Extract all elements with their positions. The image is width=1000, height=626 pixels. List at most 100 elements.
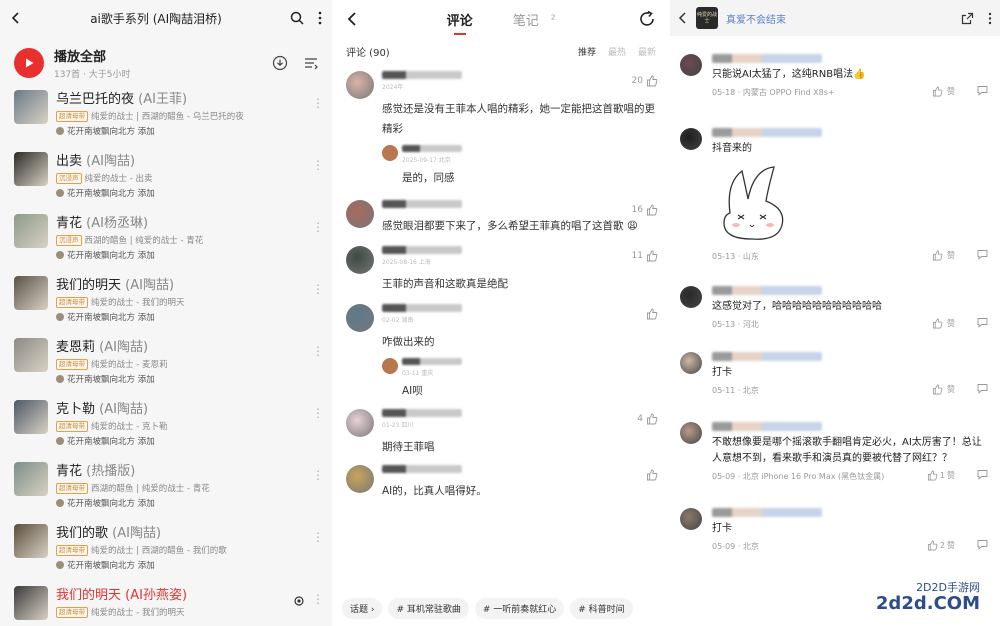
song-title-ai-suffix: (AI陶喆) xyxy=(95,402,149,417)
commenter-avatar[interactable] xyxy=(346,200,374,228)
comment-actions: 1赞 xyxy=(927,469,988,482)
quality-badge: 超清母带 xyxy=(56,420,88,432)
song-more-icon[interactable]: ⋮ xyxy=(312,530,324,544)
comments-list: 2024年 感觉还是没有王菲本人唱的精彩，她一定能把这首歌唱的更精彩 2025-… xyxy=(334,71,668,501)
reply-icon[interactable] xyxy=(977,317,988,330)
song-row[interactable]: 克卜勒 (AI陶喆) 超清母带 纯爱的战士 - 克卜勒 花开南坡飘向北方 添加 ⋮ xyxy=(0,398,332,460)
back-arrow-icon[interactable] xyxy=(10,11,22,25)
reply-icon[interactable] xyxy=(977,383,988,396)
commenter-avatar[interactable] xyxy=(680,54,702,76)
commenter-avatar[interactable] xyxy=(346,246,374,274)
like-control[interactable]: 赞 xyxy=(932,384,955,395)
topic-pill-2[interactable]: # 一听前奏就红心 xyxy=(474,597,565,619)
sort-newest[interactable]: 最新 xyxy=(638,45,656,58)
topic-pill-1[interactable]: # 耳机常驻歌曲 xyxy=(388,597,469,619)
like-control[interactable]: 16 xyxy=(632,204,658,216)
playlist-panel: ai歌手系列 (AI陶喆泪桥) 播放全部 137首 · 大于5小时 乌兰巴托的夜… xyxy=(0,0,332,626)
reply-avatar[interactable] xyxy=(382,358,398,374)
song-artist-album: 西湖的醋鱼 | 纯爱的战士 - 青花 xyxy=(84,236,204,246)
back-arrow-icon[interactable] xyxy=(678,11,688,25)
play-all-button[interactable] xyxy=(14,48,44,78)
like-control[interactable] xyxy=(643,308,658,320)
commenter-avatar[interactable] xyxy=(680,352,702,374)
commenter-avatar[interactable] xyxy=(680,128,702,150)
like-label: 赞 xyxy=(947,87,955,96)
reply-icon[interactable] xyxy=(977,249,988,262)
comment-text: 打卡 xyxy=(712,367,732,378)
comments-header: 评论 笔记 2 xyxy=(334,0,668,38)
share-refresh-icon[interactable] xyxy=(638,10,656,28)
like-control[interactable]: 1赞 xyxy=(927,470,955,481)
search-icon[interactable] xyxy=(290,11,304,25)
song-more-icon[interactable]: ⋮ xyxy=(312,406,324,420)
song-title-text: 青花 xyxy=(56,216,83,231)
commenter-avatar[interactable] xyxy=(346,409,374,437)
like-control[interactable]: 赞 xyxy=(932,86,955,97)
song-row[interactable]: 乌兰巴托的夜 (AI王菲) 超清母带 纯爱的战士 | 西湖的醋鱼 - 乌兰巴托的夜… xyxy=(0,88,332,150)
notes-count: 2 xyxy=(550,13,556,22)
song-more-icon[interactable]: ⋮ xyxy=(312,344,324,358)
sort-recommended[interactable]: 推荐 xyxy=(578,45,596,58)
song-title-link[interactable]: 真爱不会结束 xyxy=(726,11,961,26)
song-more-icon[interactable]: ⋮ xyxy=(312,468,324,482)
like-control[interactable]: 20 xyxy=(632,75,658,87)
song-more-icon[interactable]: ⋮ xyxy=(312,282,324,296)
comment-meta: 2025-08-16 上海 xyxy=(382,259,431,266)
commenter-name-blurred xyxy=(712,352,822,361)
like-control[interactable] xyxy=(643,469,658,481)
song-row[interactable]: 出卖 (AI陶喆) 沉浸声 纯爱的战士 - 出卖 花开南坡飘向北方 添加 ⋮ xyxy=(0,150,332,212)
comment-text: 王菲的声音和这歌真是绝配 xyxy=(382,278,508,290)
song-more-icon[interactable]: ⋮ xyxy=(312,96,324,110)
like-control[interactable]: 4 xyxy=(637,413,658,425)
song-row[interactable]: 青花 (AI杨丞琳) 沉浸声 西湖的醋鱼 | 纯爱的战士 - 青花 花开南坡飘向北… xyxy=(0,212,332,274)
reply-icon[interactable] xyxy=(977,469,988,482)
commenter-avatar[interactable] xyxy=(346,71,374,99)
multi-select-icon[interactable] xyxy=(304,56,318,70)
song-added-by: 花开南坡飘向北方 添加 xyxy=(67,251,155,261)
like-control[interactable]: 11 xyxy=(632,250,658,262)
more-vertical-icon[interactable] xyxy=(988,12,992,25)
album-thumbnail[interactable]: 纯爱的战士 xyxy=(696,7,718,29)
song-row[interactable]: 我们的明天 (AI孙燕姿) 超清母带 纯爱的战士 - 我们的明天 ⋮ xyxy=(0,584,332,626)
quality-badge: 超清母带 xyxy=(56,482,88,494)
topics-bar: 话题 › # 耳机常驻歌曲 # 一听前奏就红心 # 科普时间 xyxy=(334,590,668,626)
like-control[interactable]: 赞 xyxy=(932,318,955,329)
bunny-sticker-image xyxy=(712,163,986,247)
play-all-row[interactable]: 播放全部 137首 · 大于5小时 xyxy=(0,36,332,80)
thumbs-up-icon xyxy=(932,318,943,329)
like-control[interactable]: 赞 xyxy=(932,250,955,261)
download-icon[interactable] xyxy=(272,55,288,71)
reply-avatar[interactable] xyxy=(382,145,398,161)
reply-icon[interactable] xyxy=(977,539,988,552)
like-label: 赞 xyxy=(947,319,955,328)
sort-hottest[interactable]: 最热 xyxy=(608,45,626,58)
topic-pill-3[interactable]: # 科普时间 xyxy=(570,597,633,619)
song-row[interactable]: 我们的明天 (AI陶喆) 超清母带 纯爱的战士 - 我们的明天 花开南坡飘向北方 … xyxy=(0,274,332,336)
song-row[interactable]: 麦恩莉 (AI陶喆) 超清母带 纯爱的战士 - 麦恩莉 花开南坡飘向北方 添加 ⋮ xyxy=(0,336,332,398)
song-artist-album: 纯爱的战士 - 我们的明天 xyxy=(91,298,185,308)
song-more-icon[interactable]: ⋮ xyxy=(312,158,324,172)
song-more-icon[interactable]: ⋮ xyxy=(312,592,324,606)
topic-pill-0[interactable]: 话题 › xyxy=(342,597,383,619)
like-control[interactable]: 2赞 xyxy=(927,540,955,551)
commenter-avatar[interactable] xyxy=(680,286,702,308)
quality-badge: 超清母带 xyxy=(56,296,88,308)
commenter-avatar[interactable] xyxy=(346,465,374,493)
now-playing-icon[interactable] xyxy=(294,596,304,606)
comment-text: 抖音来的 xyxy=(712,143,752,154)
back-arrow-icon[interactable] xyxy=(346,11,358,27)
commenter-avatar[interactable] xyxy=(346,304,374,332)
more-vertical-icon[interactable] xyxy=(318,11,322,25)
commenter-name-blurred xyxy=(382,246,462,254)
song-row[interactable]: 青花 (热播版) 超清母带 西湖的醋鱼 | 纯爱的战士 - 青花 花开南坡飘向北方… xyxy=(0,460,332,522)
reply-icon[interactable] xyxy=(977,85,988,98)
tab-notes[interactable]: 笔记 2 xyxy=(501,10,556,29)
tab-comments[interactable]: 评论 xyxy=(447,10,473,35)
song-row[interactable]: 我们的歌 (AI陶喆) 超清母带 纯爱的战士 | 西湖的醋鱼 - 我们的歌 花开南… xyxy=(0,522,332,584)
commenter-avatar[interactable] xyxy=(680,508,702,530)
share-out-icon[interactable] xyxy=(961,12,974,25)
song-added-by: 花开南坡飘向北方 添加 xyxy=(67,437,155,447)
song-more-icon[interactable]: ⋮ xyxy=(312,220,324,234)
tab-notes-label: 笔记 xyxy=(512,13,539,29)
commenter-avatar[interactable] xyxy=(680,422,702,444)
